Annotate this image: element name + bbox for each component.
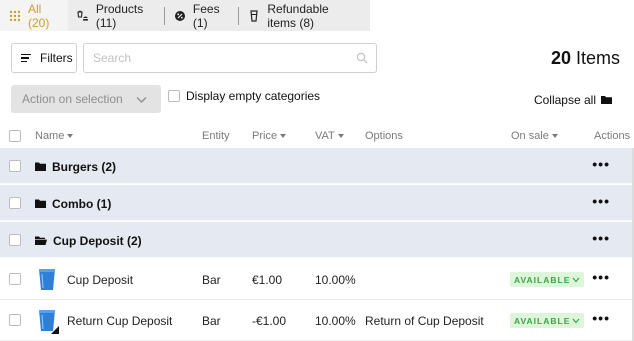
- items-count-label: Items: [575, 48, 620, 68]
- row-checkbox[interactable]: [9, 234, 21, 246]
- product-options: Return of Cup Deposit: [365, 314, 484, 328]
- product-name: Return Cup Deposit: [67, 314, 173, 328]
- category-row-burgers[interactable]: Burgers (2) •••: [0, 148, 632, 184]
- folder-icon: [601, 93, 612, 107]
- display-empty-categories-label: Display empty categories: [186, 89, 321, 103]
- column-options-header: Options: [365, 130, 403, 142]
- items-count-number: 20: [550, 48, 571, 68]
- status-badge-label: AVAILABLE: [514, 274, 571, 285]
- more-actions-button[interactable]: •••: [592, 156, 610, 172]
- chevron-down-icon: [572, 275, 580, 285]
- select-all-checkbox[interactable]: [9, 130, 21, 142]
- category-row-combo[interactable]: Combo (1) •••: [0, 185, 632, 221]
- category-name-label: Burgers (2): [52, 160, 117, 174]
- folder-open-icon: [35, 234, 47, 248]
- grid-dots-icon: [9, 10, 21, 22]
- tab-fees[interactable]: Fees (1): [165, 0, 239, 31]
- tab-products[interactable]: Products (11): [68, 0, 164, 31]
- more-actions-button[interactable]: •••: [592, 193, 610, 209]
- tab-all-label: All (20): [28, 1, 50, 30]
- row-checkbox[interactable]: [9, 273, 21, 285]
- product-vat: 10.00%: [315, 273, 356, 287]
- category-name: Combo (1): [35, 197, 111, 211]
- product-vat: 10.00%: [315, 314, 356, 328]
- product-price: €1.00: [252, 273, 283, 287]
- status-badge[interactable]: AVAILABLE: [510, 272, 585, 287]
- column-entity-header: Entity: [202, 130, 230, 142]
- search-box: [83, 43, 377, 73]
- collapse-all-button[interactable]: Collapse all: [534, 93, 612, 107]
- chevron-down-icon: [136, 93, 147, 107]
- status-badge-label: AVAILABLE: [514, 315, 571, 326]
- category-tabs: All (20) Products (11) Fees (1) Refundab…: [0, 0, 370, 31]
- sort-arrow-icon: [551, 134, 558, 138]
- product-price: -€1.00: [252, 314, 287, 328]
- row-checkbox[interactable]: [9, 160, 21, 172]
- tab-refundable-label: Refundable items (8): [267, 1, 329, 30]
- row-checkbox[interactable]: [9, 314, 21, 326]
- display-empty-categories-option[interactable]: Display empty categories: [168, 89, 320, 103]
- tab-products-label: Products (11): [95, 1, 144, 30]
- product-entity: Bar: [202, 314, 221, 328]
- filter-lines-icon: [21, 53, 31, 63]
- column-entity-label: Entity: [202, 130, 230, 142]
- folder-icon: [35, 160, 46, 174]
- chevron-down-icon: [572, 316, 580, 326]
- burger-fries-icon: [77, 10, 89, 22]
- action-on-selection-label: Action on selection: [22, 92, 123, 106]
- column-actions-header: Actions: [594, 130, 630, 142]
- table-header: Name Entity Price VAT Options On sale Ac…: [0, 124, 634, 148]
- search-icon: [356, 52, 368, 67]
- product-row[interactable]: Return Cup Deposit Bar -€1.00 10.00% Ret…: [0, 300, 632, 341]
- sort-arrow-icon: [67, 134, 74, 138]
- column-price-header[interactable]: Price: [252, 130, 287, 142]
- items-count: 20 Items: [551, 48, 620, 69]
- column-vat-label: VAT: [315, 130, 335, 142]
- collapse-all-label: Collapse all: [533, 93, 596, 107]
- sort-arrow-icon: [337, 134, 344, 138]
- column-vat-header[interactable]: VAT: [315, 130, 344, 142]
- column-options-label: Options: [365, 130, 403, 142]
- column-name-header[interactable]: Name: [35, 130, 74, 142]
- product-entity: Bar: [202, 273, 221, 287]
- category-name: Cup Deposit (2): [35, 234, 142, 248]
- action-on-selection-select[interactable]: Action on selection: [11, 85, 161, 113]
- cup-icon: [248, 9, 260, 22]
- filters-button[interactable]: Filters: [11, 43, 77, 73]
- tab-refundable-items[interactable]: Refundable items (8): [239, 0, 370, 31]
- more-actions-button[interactable]: •••: [592, 269, 610, 285]
- tab-all[interactable]: All (20): [0, 0, 68, 31]
- category-name-label: Combo (1): [52, 197, 112, 211]
- display-empty-categories-checkbox[interactable]: [168, 90, 180, 102]
- more-actions-button[interactable]: •••: [592, 230, 610, 246]
- column-on-sale-label: On sale: [511, 130, 549, 142]
- product-name: Cup Deposit: [67, 273, 134, 287]
- tab-fees-label: Fees (1): [192, 1, 220, 30]
- search-input[interactable]: [93, 51, 343, 65]
- filters-label: Filters: [40, 51, 73, 65]
- column-name-label: Name: [35, 130, 65, 142]
- column-on-sale-header[interactable]: On sale: [511, 130, 558, 142]
- more-actions-button[interactable]: •••: [592, 310, 610, 326]
- return-cup-product-icon: [38, 307, 60, 338]
- column-price-label: Price: [252, 130, 278, 142]
- fee-badge-icon: [174, 10, 186, 22]
- product-row[interactable]: Cup Deposit Bar €1.00 10.00% AVAILABLE •…: [0, 259, 632, 300]
- folder-icon: [35, 197, 46, 211]
- row-checkbox[interactable]: [9, 197, 21, 209]
- status-badge[interactable]: AVAILABLE: [510, 313, 585, 328]
- sort-arrow-icon: [280, 134, 287, 138]
- category-row-cup-deposit[interactable]: Cup Deposit (2) •••: [0, 222, 632, 258]
- cup-product-icon: [38, 266, 56, 295]
- category-name: Burgers (2): [35, 160, 116, 174]
- column-actions-label: Actions: [594, 130, 631, 142]
- category-name-label: Cup Deposit (2): [53, 234, 142, 248]
